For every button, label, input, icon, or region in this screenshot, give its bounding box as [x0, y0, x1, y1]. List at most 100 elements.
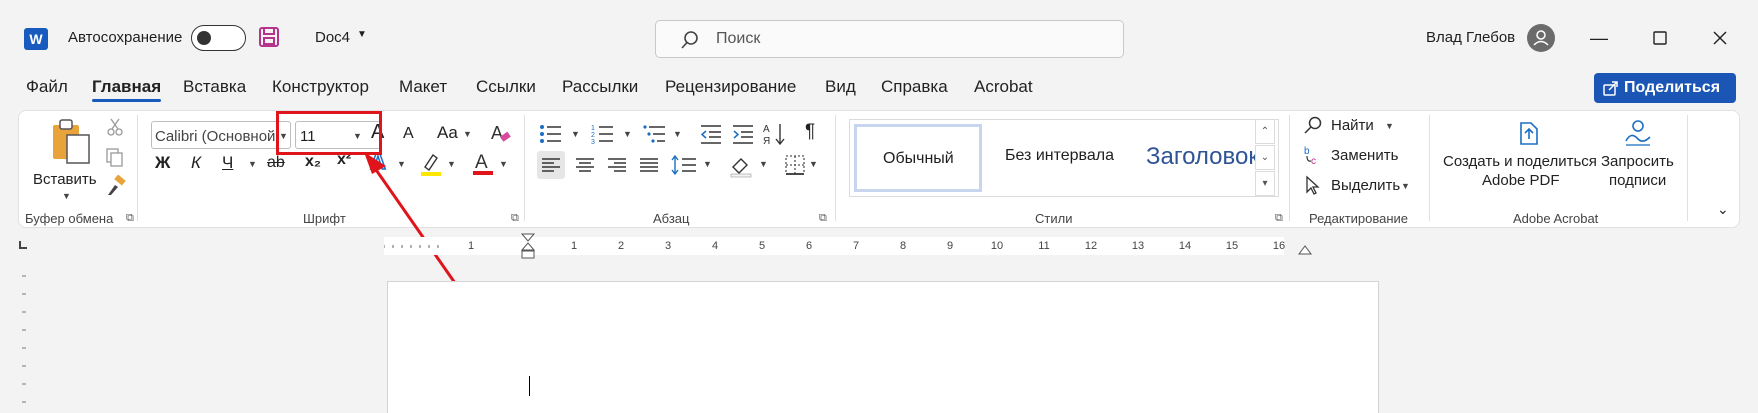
ruler-number: 1	[467, 240, 475, 252]
tab-design[interactable]: Конструктор	[272, 76, 369, 98]
avatar[interactable]	[1527, 24, 1555, 52]
bold-button[interactable]: Ж	[155, 153, 170, 173]
ruler-number: 11	[1038, 240, 1050, 252]
vertical-ruler	[22, 275, 26, 403]
style-no-spacing[interactable]: Без интервала	[1005, 147, 1114, 165]
request-signatures-line1[interactable]: Запросить	[1601, 153, 1674, 170]
tab-insert[interactable]: Вставка	[183, 76, 246, 98]
close-icon[interactable]	[1705, 24, 1735, 52]
style-heading[interactable]: Заголовок	[1146, 143, 1259, 171]
shrink-font-icon[interactable]: A	[403, 125, 414, 143]
find-icon[interactable]	[1303, 115, 1323, 135]
indent-marker-icon[interactable]	[520, 232, 536, 260]
collapse-ribbon-icon[interactable]: ⌄	[1717, 201, 1729, 218]
ruler-number: 9	[946, 240, 954, 252]
format-painter-icon[interactable]	[105, 175, 127, 197]
italic-button[interactable]: К	[191, 153, 201, 173]
tab-file[interactable]: Файл	[26, 76, 68, 98]
align-right-icon[interactable]	[603, 151, 631, 179]
replace-button[interactable]: Заменить	[1331, 147, 1398, 164]
chevron-down-icon[interactable]: ▼	[759, 159, 768, 169]
maximize-icon[interactable]	[1645, 24, 1675, 52]
chevron-down-icon[interactable]: ▼	[673, 129, 682, 139]
user-name[interactable]: Влад Глебов	[1426, 29, 1515, 46]
svg-text:1: 1	[591, 125, 595, 132]
tab-layout[interactable]: Макет	[399, 76, 447, 98]
tab-home[interactable]: Главная	[92, 76, 162, 102]
shading-icon[interactable]	[727, 151, 755, 179]
autosave-toggle[interactable]	[191, 25, 246, 51]
svg-text:3: 3	[591, 139, 595, 145]
change-case-button[interactable]: Aa	[437, 123, 458, 143]
copy-icon[interactable]	[105, 147, 125, 167]
paste-label[interactable]: Вставить	[33, 171, 97, 188]
chevron-down-icon[interactable]: ▼	[62, 191, 71, 201]
select-button[interactable]: Выделить	[1331, 177, 1400, 194]
strikethrough-button[interactable]: ab	[267, 154, 285, 172]
clear-formatting-icon[interactable]: A	[489, 121, 513, 145]
replace-icon[interactable]: b c	[1303, 145, 1323, 165]
line-spacing-icon[interactable]	[671, 151, 699, 179]
gallery-more-icon[interactable]: ▾	[1255, 171, 1275, 196]
paste-icon[interactable]	[49, 117, 93, 165]
align-center-icon[interactable]	[571, 151, 599, 179]
dialog-launcher-icon[interactable]: ⧉	[511, 212, 523, 224]
search-box[interactable]: Поиск	[655, 20, 1124, 58]
chevron-down-icon[interactable]: ▼	[809, 159, 818, 169]
request-signatures-icon[interactable]	[1623, 117, 1653, 147]
align-left-icon	[542, 158, 560, 172]
justify-icon[interactable]	[635, 151, 663, 179]
decrease-indent-icon[interactable]	[699, 123, 723, 145]
ruler-number: 15	[1225, 240, 1239, 252]
chevron-down-icon[interactable]: ▼	[571, 129, 580, 139]
multilevel-list-icon[interactable]	[643, 123, 667, 145]
document-page[interactable]	[387, 281, 1379, 413]
bullets-icon[interactable]	[539, 123, 563, 145]
minimize-icon[interactable]: —	[1584, 24, 1614, 52]
tab-view[interactable]: Вид	[825, 76, 856, 98]
svg-text:A: A	[763, 124, 770, 135]
create-pdf-line1[interactable]: Создать и поделиться	[1443, 153, 1597, 170]
chevron-down-icon[interactable]: ▼	[499, 159, 508, 169]
cut-icon[interactable]	[105, 117, 125, 137]
search-placeholder: Поиск	[716, 30, 761, 47]
request-signatures-line2[interactable]: подписи	[1609, 172, 1666, 189]
chevron-down-icon[interactable]: ▼	[1401, 181, 1410, 191]
chevron-down-icon[interactable]: ▼	[248, 159, 257, 169]
gallery-scroll-down-icon[interactable]: ⌄	[1255, 145, 1275, 170]
right-indent-marker-icon[interactable]	[1297, 242, 1313, 256]
tab-review[interactable]: Рецензирование	[665, 76, 796, 98]
dialog-launcher-icon[interactable]: ⧉	[1275, 212, 1287, 224]
tab-stop-icon[interactable]	[19, 241, 27, 249]
chevron-down-icon[interactable]: ▼	[463, 129, 472, 139]
find-button[interactable]: Найти	[1331, 117, 1374, 134]
tab-help[interactable]: Справка	[881, 76, 948, 98]
tab-acrobat[interactable]: Acrobat	[974, 76, 1033, 98]
create-pdf-line2[interactable]: Adobe PDF	[1482, 172, 1560, 189]
chevron-down-icon[interactable]: ▼	[703, 159, 712, 169]
font-name-select[interactable]: Calibri (Основной	[151, 121, 291, 149]
share-button[interactable]: Поделиться	[1594, 73, 1736, 103]
chevron-down-icon[interactable]: ▼	[1385, 121, 1394, 131]
subscript-button[interactable]: x₂	[305, 153, 321, 171]
chevron-down-icon[interactable]: ▼	[623, 129, 632, 139]
increase-indent-icon[interactable]	[731, 123, 755, 145]
sort-icon[interactable]: A Я	[763, 121, 787, 147]
numbering-icon[interactable]: 1 2 3	[591, 123, 615, 145]
show-formatting-marks-icon[interactable]: ¶	[805, 121, 815, 143]
tab-references[interactable]: Ссылки	[476, 76, 536, 98]
document-name[interactable]: Doc4	[315, 29, 350, 46]
gallery-scroll-up-icon[interactable]: ⌃	[1255, 119, 1275, 144]
borders-icon[interactable]	[783, 153, 807, 177]
create-pdf-icon[interactable]	[1515, 117, 1543, 147]
save-icon[interactable]	[258, 26, 280, 48]
underline-button[interactable]: Ч	[222, 153, 233, 173]
dialog-launcher-icon[interactable]: ⧉	[819, 212, 831, 224]
group-divider	[835, 115, 836, 221]
share-icon	[1603, 81, 1618, 96]
select-cursor-icon[interactable]	[1303, 175, 1323, 195]
style-normal[interactable]: Обычный	[854, 124, 982, 192]
tab-mailings[interactable]: Рассылки	[562, 76, 638, 98]
align-left-button[interactable]	[537, 151, 565, 179]
chevron-down-icon[interactable]: ▼	[357, 29, 367, 40]
